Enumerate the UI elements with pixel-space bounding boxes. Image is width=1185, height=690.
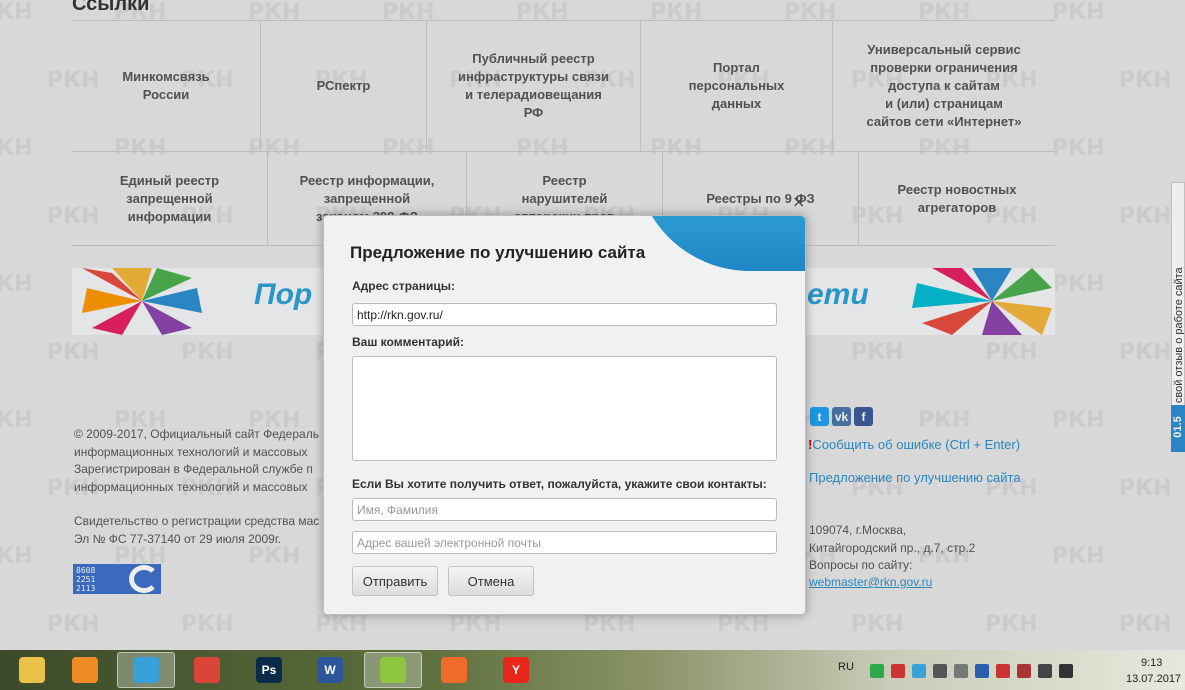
clock-time[interactable]: 9:13 [1141,657,1162,669]
volume-tray-icon[interactable] [1059,664,1073,678]
name-input[interactable] [352,498,777,521]
comment-label: Ваш комментарий: [352,335,465,349]
sync-tray-icon[interactable] [912,664,926,678]
monitor-tray-icon[interactable] [1038,664,1052,678]
close-icon[interactable]: × [792,192,805,211]
email-input[interactable] [352,531,777,554]
contacts-label: Если Вы хотите получить ответ, пожалуйст… [352,477,767,491]
taskbar-button[interactable] [425,652,483,688]
comment-textarea[interactable] [352,356,777,461]
taskbar-button[interactable] [178,652,236,688]
display-tray-icon[interactable] [975,664,989,678]
network-tray-icon[interactable] [954,664,968,678]
paint-app-icon [441,657,467,683]
page-address-label: Адрес страницы: [352,279,455,293]
flag-tray-icon[interactable] [1017,664,1031,678]
clock-date[interactable]: 13.07.2017 [1126,673,1181,685]
taskbar-button[interactable]: Ps [240,652,298,688]
taskbar-button[interactable] [3,652,61,688]
media-player-icon [72,657,98,683]
word-icon: W [317,657,343,683]
taskbar-button[interactable] [56,652,114,688]
security-tray-icon[interactable] [891,664,905,678]
bird-app-icon [133,657,159,683]
checkmark-tray-icon[interactable] [870,664,884,678]
alert-tray-icon[interactable] [996,664,1010,678]
speaker-tray-icon[interactable] [933,664,947,678]
cancel-button[interactable]: Отмена [448,566,534,596]
yandex-browser-icon: Y [503,657,529,683]
dialog-title: Предложение по улучшению сайта [350,243,646,262]
submit-button[interactable]: Отправить [352,566,438,596]
notepad-plus-icon [380,657,406,683]
taskbar-button[interactable] [117,652,175,688]
system-tray [870,664,1073,678]
photoshop-icon: Ps [256,657,282,683]
dialog-header-wave [635,216,805,274]
language-indicator[interactable]: RU [838,661,854,673]
taskbar-button[interactable] [364,652,422,688]
taskbar-button[interactable]: W [301,652,359,688]
taskbar-button[interactable]: Y [487,652,545,688]
page-address-input[interactable] [352,303,777,326]
suggestion-dialog: Предложение по улучшению сайта Адрес стр… [323,215,806,615]
chrome-icon [194,657,220,683]
explorer-icon [19,657,45,683]
